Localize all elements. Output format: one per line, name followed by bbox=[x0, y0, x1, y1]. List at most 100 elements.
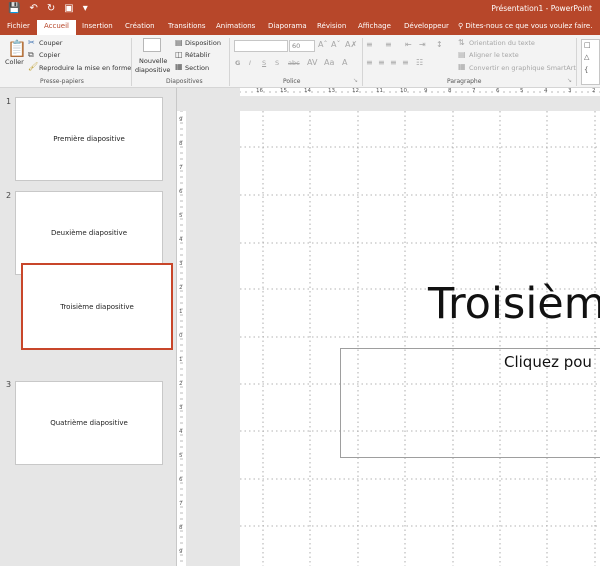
copy-button[interactable]: Copier bbox=[39, 51, 60, 59]
tab-insert[interactable]: Insertion bbox=[82, 22, 113, 30]
ruler-tick-label: 5 bbox=[179, 213, 183, 219]
slide-subtitle[interactable]: Cliquez pou bbox=[504, 353, 592, 371]
ruler-tick-label: 9 bbox=[179, 117, 183, 123]
align-text-button[interactable]: Aligner le texte bbox=[469, 51, 519, 59]
brace-shape-icon[interactable]: { bbox=[584, 66, 588, 74]
thumbnail-title: Deuxième diapositive bbox=[50, 229, 127, 237]
ruler-tick-label: 2 bbox=[179, 381, 183, 387]
slide-thumbnail[interactable]: Quatrième diapositive bbox=[15, 381, 163, 465]
strikethrough-button[interactable]: abc bbox=[288, 59, 300, 67]
redo-icon[interactable]: ↻ bbox=[47, 3, 55, 15]
ruler-tick-label: 4 bbox=[179, 429, 183, 435]
section-icon: ▦ bbox=[175, 62, 183, 71]
paste-button[interactable]: Coller bbox=[5, 58, 24, 66]
ruler-tick-label: 6 bbox=[179, 189, 183, 195]
clear-formatting-icon[interactable]: A✗ bbox=[345, 40, 357, 49]
justify-icon[interactable]: ≡ bbox=[402, 58, 409, 67]
textbox-shape-icon[interactable]: □ bbox=[584, 41, 591, 49]
change-case-icon[interactable]: Aa bbox=[324, 58, 334, 67]
ruler-tick-label: 10 bbox=[400, 88, 407, 94]
slide-canvas[interactable]: Troisièm Cliquez pou bbox=[240, 111, 600, 566]
horizontal-ruler: 16 15 14 13 12 11 10 9 8 7 6 5 4 3 2 bbox=[240, 88, 600, 96]
shrink-font-icon[interactable]: Aˇ bbox=[331, 40, 340, 49]
paragraph-dialog-launcher-icon[interactable]: ↘ bbox=[567, 77, 572, 84]
bold-button[interactable]: G bbox=[235, 59, 240, 67]
ruler-tick-label: 2 bbox=[179, 285, 183, 291]
slides-group-label: Diapositives bbox=[166, 78, 203, 85]
char-spacing-icon[interactable]: AV bbox=[307, 58, 317, 67]
new-slide-icon[interactable] bbox=[143, 38, 161, 52]
ruler-tick-label: 4 bbox=[544, 88, 548, 94]
underline-button[interactable]: S bbox=[262, 59, 266, 67]
ruler-tick-label: 11 bbox=[376, 88, 383, 94]
tell-me-search[interactable]: ⚲ Dites-nous ce que vous voulez faire. bbox=[458, 22, 592, 30]
ruler-tick-label: 3 bbox=[568, 88, 572, 94]
tab-design[interactable]: Création bbox=[125, 22, 155, 30]
tab-developer[interactable]: Développeur bbox=[404, 22, 449, 30]
ribbon: 📋 Coller ✂ Couper ⧉ Copier 🖌 Reproduire … bbox=[0, 35, 600, 88]
layout-button[interactable]: Disposition bbox=[185, 39, 221, 47]
decrease-indent-icon[interactable]: ⇤ bbox=[405, 40, 412, 49]
clipboard-group-label: Presse-papiers bbox=[40, 78, 84, 85]
align-center-icon[interactable]: ≡ bbox=[378, 58, 385, 67]
numbering-icon[interactable]: ≡ bbox=[385, 40, 392, 49]
slide-title[interactable]: Troisièm bbox=[428, 283, 600, 326]
ruler-tick-label: 8 bbox=[448, 88, 452, 94]
cut-button[interactable]: Couper bbox=[39, 39, 62, 47]
grow-font-icon[interactable]: Aˆ bbox=[318, 40, 327, 49]
triangle-shape-icon[interactable]: △ bbox=[584, 53, 589, 61]
start-slideshow-icon[interactable]: ▣ bbox=[64, 3, 73, 15]
thumbnail-title: Troisième diapositive bbox=[60, 302, 134, 311]
ruler-tick-label: 9 bbox=[179, 549, 183, 555]
font-size-field[interactable]: 60 bbox=[289, 40, 315, 52]
slide-thumbnails-panel: 1 Première diapositive 2 Deuxième diapos… bbox=[0, 88, 176, 566]
ruler-tick-label: 14 bbox=[304, 88, 311, 94]
font-color-icon[interactable]: A bbox=[342, 58, 347, 67]
tab-review[interactable]: Révision bbox=[317, 22, 346, 30]
paste-icon[interactable]: 📋 bbox=[7, 39, 27, 58]
tab-home[interactable]: Accueil bbox=[37, 20, 76, 35]
slide-thumbnail[interactable]: Première diapositive bbox=[15, 97, 163, 181]
smartart-button[interactable]: Convertir en graphique SmartArt bbox=[469, 64, 576, 72]
tab-slideshow[interactable]: Diaporama bbox=[268, 22, 307, 30]
slide-thumbnail-dragging[interactable]: Troisième diapositive bbox=[21, 263, 173, 350]
paragraph-group-label: Paragraphe bbox=[447, 78, 482, 85]
ruler-tick-label: 7 bbox=[472, 88, 476, 94]
increase-indent-icon[interactable]: ⇥ bbox=[419, 40, 426, 49]
undo-icon[interactable]: ↶ bbox=[29, 3, 37, 15]
ruler-tick-label: 7 bbox=[179, 165, 183, 171]
shapes-gallery[interactable]: □ △ { bbox=[581, 39, 600, 85]
format-painter-icon: 🖌 bbox=[28, 62, 39, 71]
italic-button[interactable]: I bbox=[249, 59, 251, 67]
tab-view[interactable]: Affichage bbox=[358, 22, 391, 30]
customize-qat-icon[interactable]: ▾ bbox=[83, 3, 88, 15]
font-dialog-launcher-icon[interactable]: ↘ bbox=[353, 77, 358, 84]
ruler-tick-label: 3 bbox=[179, 261, 183, 267]
ruler-tick-label: 9 bbox=[424, 88, 428, 94]
new-slide-label[interactable]: diapositive bbox=[135, 66, 170, 74]
font-name-field[interactable] bbox=[234, 40, 288, 52]
align-left-icon[interactable]: ≡ bbox=[366, 58, 373, 67]
ruler-tick-label: 8 bbox=[179, 141, 183, 147]
tab-file[interactable]: Fichier bbox=[7, 22, 30, 30]
align-right-icon[interactable]: ≡ bbox=[390, 58, 397, 67]
tab-transitions[interactable]: Transitions bbox=[168, 22, 206, 30]
text-direction-button[interactable]: Orientation du texte bbox=[469, 39, 535, 47]
slide-number: 1 bbox=[6, 97, 12, 106]
copy-icon: ⧉ bbox=[28, 50, 34, 59]
line-spacing-icon[interactable]: ↕ bbox=[436, 40, 443, 49]
vertical-ruler: 9 8 7 6 5 4 3 2 1 0 1 2 3 4 5 6 7 8 9 bbox=[177, 111, 186, 566]
ruler-tick-label: 15 bbox=[280, 88, 287, 94]
shadow-button[interactable]: S bbox=[275, 59, 279, 67]
bullets-icon[interactable]: ≡ bbox=[366, 40, 373, 49]
ruler-tick-label: 0 bbox=[179, 333, 183, 339]
tab-animations[interactable]: Animations bbox=[216, 22, 255, 30]
save-icon[interactable]: 💾 bbox=[8, 3, 20, 15]
new-slide-button[interactable]: Nouvelle bbox=[139, 57, 167, 65]
format-painter-button[interactable]: Reproduire la mise en forme bbox=[39, 64, 131, 72]
reset-button[interactable]: Rétablir bbox=[185, 51, 210, 59]
lightbulb-icon: ⚲ bbox=[458, 22, 464, 30]
columns-icon[interactable]: ☷ bbox=[416, 58, 423, 67]
font-group-label: Police bbox=[283, 78, 301, 85]
section-button[interactable]: Section bbox=[185, 64, 209, 72]
